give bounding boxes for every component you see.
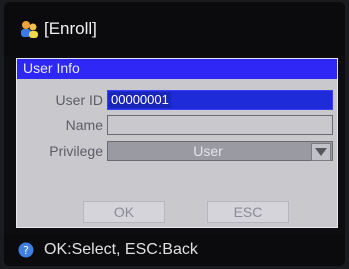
ok-button[interactable]: OK bbox=[83, 201, 165, 223]
dialog-title: User Info bbox=[23, 60, 80, 76]
users-icon bbox=[21, 21, 38, 38]
help-icon: ? bbox=[18, 242, 34, 258]
page-title: [Enroll] bbox=[44, 19, 97, 38]
user-id-field[interactable]: 00000001 bbox=[107, 90, 333, 110]
title-bar: [Enroll] bbox=[4, 2, 345, 56]
svg-text:?: ? bbox=[23, 244, 29, 257]
chevron-down-icon bbox=[315, 148, 327, 156]
device-screen: [Enroll] User Info User ID 00000001 Name… bbox=[4, 2, 345, 266]
dialog-header: User Info bbox=[17, 59, 337, 79]
user-id-value: 00000001 bbox=[109, 92, 171, 108]
privilege-value: User bbox=[193, 143, 223, 159]
privilege-label: Privilege bbox=[49, 143, 103, 159]
status-bar: ? OK:Select, ESC:Back bbox=[4, 234, 345, 266]
privilege-select[interactable]: User bbox=[107, 141, 333, 161]
name-label: Name bbox=[65, 117, 103, 133]
dropdown-button[interactable] bbox=[311, 143, 331, 161]
status-text: OK:Select, ESC:Back bbox=[44, 241, 198, 258]
user-info-dialog: User Info User ID 00000001 Name Privileg… bbox=[16, 58, 338, 228]
user-id-label: User ID bbox=[55, 92, 103, 108]
name-field[interactable] bbox=[107, 115, 333, 135]
esc-button[interactable]: ESC bbox=[207, 201, 289, 223]
